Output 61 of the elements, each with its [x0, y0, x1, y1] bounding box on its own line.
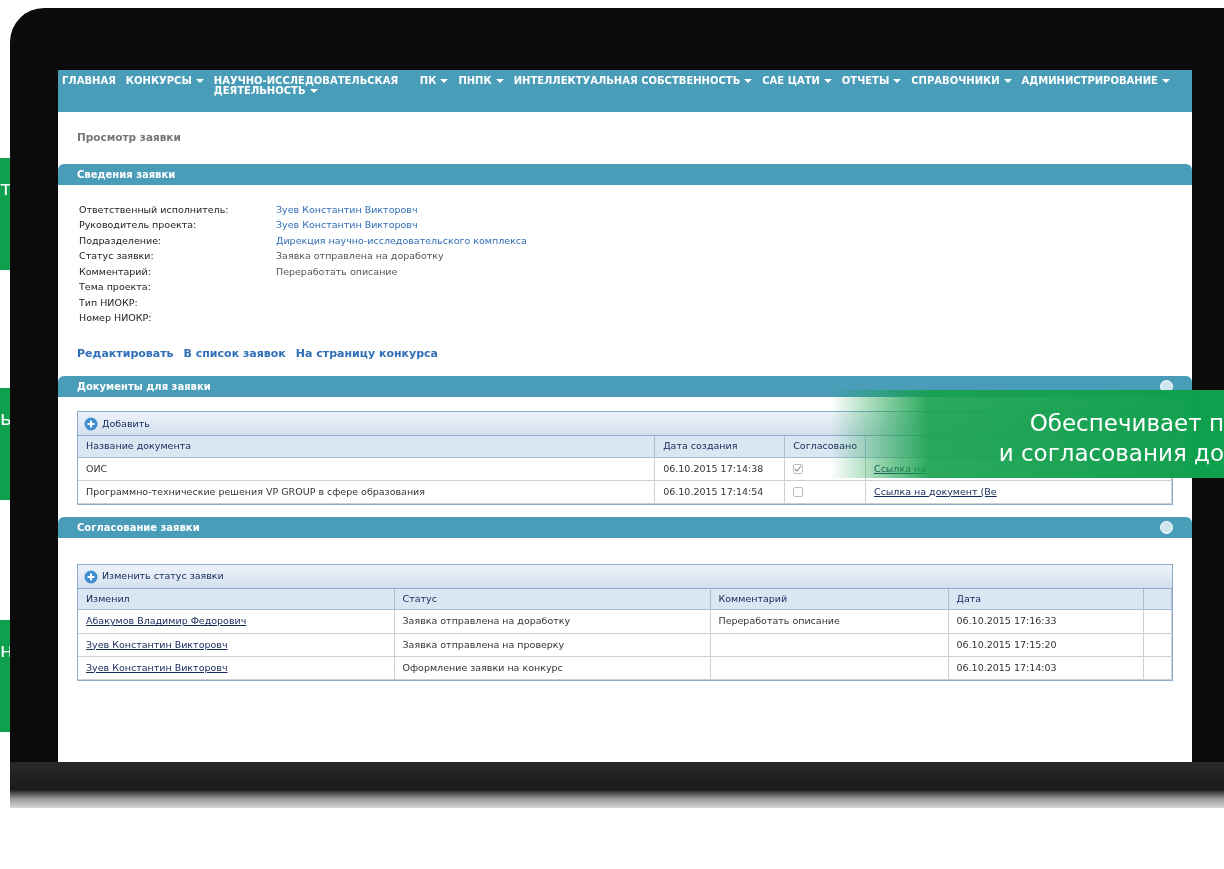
table-cell: 06.10.2015 17:15:20 [948, 633, 1144, 657]
nav-menu-item[interactable]: САЕ ЦАТИ [762, 76, 832, 86]
field-link[interactable]: Зуев Константин Викторовч [276, 218, 1171, 233]
side-tab-text: ь [0, 406, 10, 430]
collapse-icon[interactable] [1160, 380, 1173, 394]
field-link[interactable]: Зуев Константин Викторовч [276, 202, 1171, 218]
section-title: Документы для заявки [77, 380, 211, 395]
table-cell: 06.10.2015 17:14:03 [948, 656, 1144, 680]
section-title: Сведения заявки [77, 167, 176, 182]
column-header: Дата [948, 589, 1144, 610]
user-link[interactable]: Зуев Константин Викторовч [86, 661, 228, 673]
field-value: Переработать описание [276, 264, 399, 279]
column-header: Статус [394, 589, 710, 610]
table-cell: Переработать описание [710, 609, 948, 633]
field-label: Тема проекта: [79, 280, 152, 295]
table-cell: 06.10.2015 17:14:38 [654, 457, 785, 481]
action-link[interactable]: В список заявок [183, 345, 286, 363]
action-link[interactable]: На страницу конкурса [295, 345, 438, 363]
column-header: Согласовано [784, 436, 866, 457]
column-header: Изменил [78, 589, 394, 610]
action-link[interactable]: Редактировать [77, 345, 174, 363]
table-cell: Заявка отправлена на доработку [394, 609, 710, 633]
field-label: Статус заявки: [79, 249, 155, 264]
user-link[interactable]: Зуев Константин Викторовч [86, 638, 228, 650]
nav-menu-item[interactable]: ИНТЕЛЛЕКТУАЛЬНАЯ СОБСТВЕННОСТЬ [513, 76, 753, 86]
field-label: Тип НИОКР: [79, 295, 139, 310]
add-button[interactable]: Изменить статус заявки [84, 569, 224, 584]
page-title: Просмотр заявки [76, 130, 182, 145]
table-cell: Заявка отправлена на проверку [394, 633, 710, 657]
field-value: Заявка отправлена на доработку [276, 249, 445, 264]
nav-menu-item[interactable]: НАУЧНО-ИССЛЕДОВАТЕЛЬСКАЯ ДЕЯТЕЛЬНОСТЬ [213, 76, 410, 96]
nav-menu-item[interactable]: АДМИНИСТРИРОВАНИЕ [1021, 76, 1170, 86]
field-label: Номер НИОКР: [79, 311, 153, 326]
plus-icon [84, 569, 98, 584]
table-cell: ОИС [78, 457, 655, 481]
callout-text: и согласования до [998, 439, 1224, 468]
callout-text: Обеспечивает п [1029, 409, 1224, 438]
nav-menu-item[interactable]: СПРАВОЧНИКИ [911, 76, 1012, 86]
collapse-icon[interactable] [1160, 521, 1173, 534]
field-label: Руководитель проекта: [79, 218, 198, 233]
table-cell: Программно-технические решения VP GROUP в сфере образования [78, 480, 655, 504]
column-header: Название документа [78, 436, 655, 457]
field-label: Ответственный исполнитель: [79, 202, 230, 217]
nav-menu-item[interactable]: ПК [419, 76, 449, 86]
table-cell: 06.10.2015 17:16:33 [948, 609, 1144, 633]
nav-menu-item[interactable]: КОНКУРСЫ [125, 76, 204, 86]
nav-menu-item[interactable]: ОТЧЕТЫ [841, 76, 902, 86]
column-header: Комментарий [710, 589, 948, 610]
field-label: Комментарий: [79, 264, 152, 279]
add-button[interactable]: Добавить [84, 416, 150, 431]
document-link[interactable]: Ссылка на документ (Ве [874, 485, 997, 497]
table-cell: Оформление заявки на конкурс [394, 656, 710, 680]
section-title: Согласование заявки [77, 521, 200, 535]
table-cell: 06.10.2015 17:14:54 [654, 480, 785, 504]
field-link[interactable]: Дирекция научно-исследовательского комплекса [276, 233, 1171, 249]
user-link[interactable]: Абакумов Владимир Федорович [86, 615, 247, 627]
nav-menu-item[interactable]: ПНПК [458, 76, 504, 86]
plus-icon [84, 416, 98, 431]
field-label: Подразделение: [79, 233, 163, 248]
nav-menu-item[interactable]: ГЛАВНАЯ [62, 76, 116, 86]
column-header: Дата создания [654, 436, 785, 457]
